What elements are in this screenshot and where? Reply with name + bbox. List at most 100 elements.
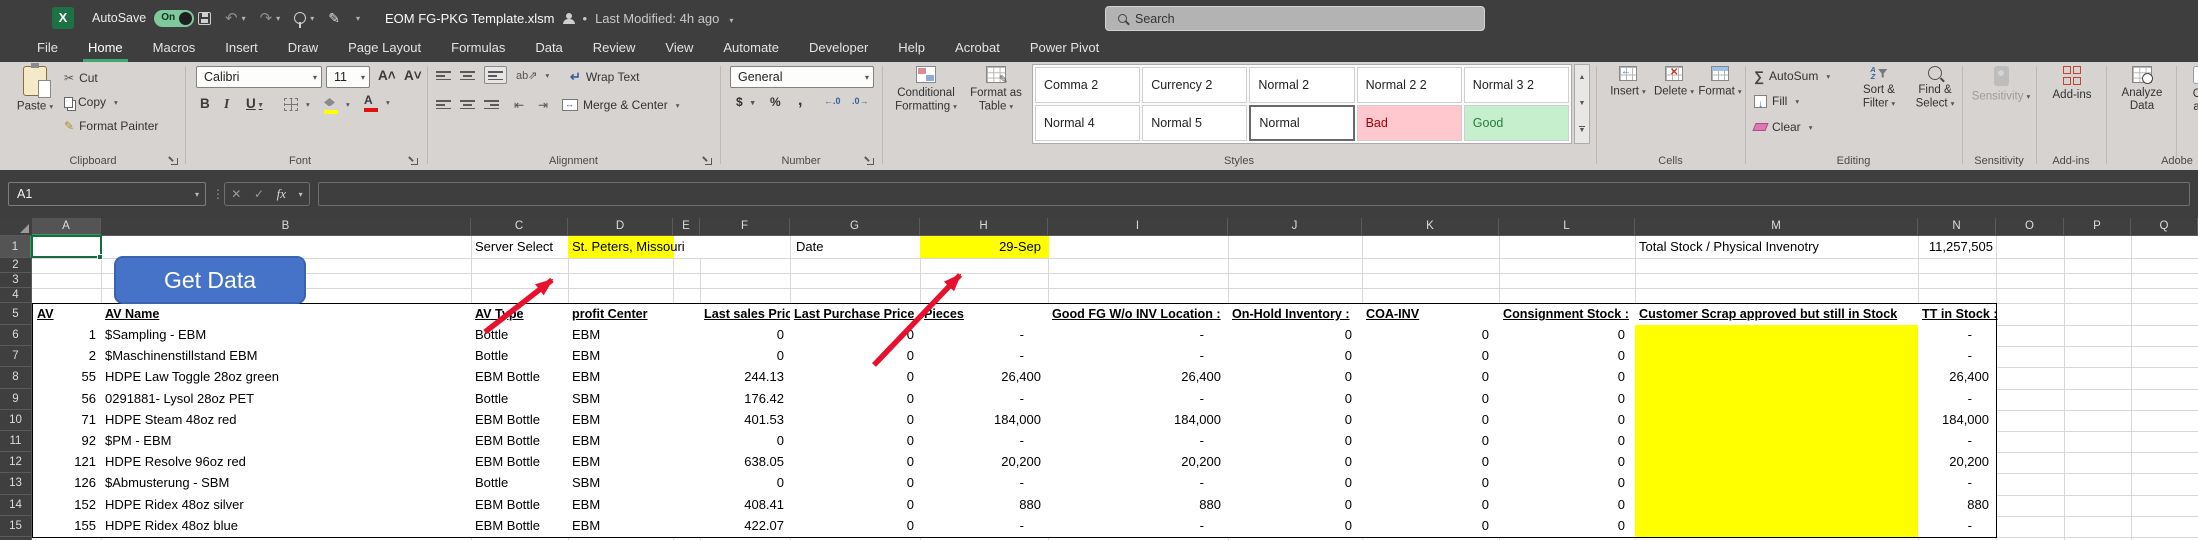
style-currency-2[interactable]: Currency 2 [1142, 67, 1247, 103]
sort-filter-button[interactable]: AZ Sort & Filter [1852, 66, 1906, 111]
cell-L11[interactable]: 0 [1499, 431, 1636, 453]
font-name-select[interactable]: Calibri [196, 66, 322, 88]
cell-G11[interactable]: 0 [790, 431, 921, 453]
style-bad[interactable]: Bad [1357, 105, 1462, 141]
row-header-2[interactable]: 2 [0, 258, 32, 273]
cell-D1[interactable]: St. Peters, Missouri [572, 236, 685, 258]
cell-J5[interactable]: On-Hold Inventory : [1228, 303, 1363, 326]
cancel-icon[interactable]: ✕ [231, 187, 241, 201]
orientation-button[interactable]: ab⇗ [516, 69, 549, 82]
tab-data[interactable]: Data [520, 36, 577, 62]
cell-K11[interactable]: 0 [1362, 431, 1500, 453]
cell-D10[interactable]: EBM [568, 410, 674, 432]
cell-N15[interactable]: - [1918, 516, 1997, 538]
cell-M8[interactable] [1635, 367, 1919, 389]
style-normal-4[interactable]: Normal 4 [1035, 105, 1140, 141]
tab-help[interactable]: Help [883, 36, 940, 62]
fill-button[interactable]: Fill [1754, 94, 1799, 108]
increase-decimal-button[interactable]: ←.0 [824, 96, 841, 106]
cell-E12[interactable] [673, 452, 701, 474]
cell-B13[interactable]: $Abmusterung - SBM [101, 473, 472, 495]
cell-A10[interactable]: 71 [32, 410, 102, 432]
cell-I9[interactable]: - [1048, 389, 1229, 411]
cell-B11[interactable]: $PM - EBM [101, 431, 472, 453]
middle-align-button[interactable] [460, 69, 475, 80]
cell-B9[interactable]: 0291881- Lysol 28oz PET [101, 389, 472, 411]
cell-C9[interactable]: Bottle [471, 389, 569, 411]
cell-I15[interactable]: - [1048, 516, 1229, 538]
column-header-L[interactable]: L [1499, 218, 1635, 236]
cell-G5[interactable]: Last Purchase Price [790, 303, 921, 326]
column-header-G[interactable]: G [790, 218, 920, 236]
cut-button[interactable]: ✂Cut [64, 71, 98, 85]
row-header-8[interactable]: 8 [0, 367, 32, 388]
cell-E6[interactable] [673, 325, 701, 347]
row-header-9[interactable]: 9 [0, 389, 32, 410]
autosave-toggle[interactable]: On [154, 10, 194, 27]
select-all-corner[interactable] [0, 218, 32, 236]
cell-E7[interactable] [673, 346, 701, 368]
cell-H15[interactable]: - [920, 516, 1049, 538]
cell-D5[interactable]: profit Center [568, 303, 674, 326]
cell-M14[interactable] [1635, 495, 1919, 517]
row-header-11[interactable]: 11 [0, 431, 32, 452]
enter-icon[interactable]: ✓ [254, 187, 264, 201]
cell-I10[interactable]: 184,000 [1048, 410, 1229, 432]
autosum-button[interactable]: AutoSum [1754, 68, 1830, 84]
create-pdf-button[interactable]: Cre a P [2182, 66, 2198, 114]
cell-G15[interactable]: 0 [790, 516, 921, 538]
clipboard-dialog-launcher-icon[interactable] [168, 155, 179, 166]
undo-button[interactable] [225, 9, 246, 27]
underline-button[interactable]: U [246, 96, 263, 111]
fill-handle[interactable] [97, 254, 103, 260]
cell-A13[interactable]: 126 [32, 473, 102, 495]
cell-J11[interactable]: 0 [1228, 431, 1363, 453]
column-header-I[interactable]: I [1048, 218, 1228, 236]
cell-M9[interactable] [1635, 389, 1919, 411]
cell-J13[interactable]: 0 [1228, 473, 1363, 495]
insert-function-icon[interactable]: fx [277, 186, 286, 202]
fill-color-button[interactable] [324, 95, 350, 114]
cell-N1[interactable]: 11,257,505 [1918, 236, 1997, 258]
increase-indent-button[interactable]: ⇥ [538, 98, 548, 112]
cell-H9[interactable]: - [920, 389, 1049, 411]
cell-B15[interactable]: HDPE Ridex 48oz blue [101, 516, 472, 538]
cell-N10[interactable]: 184,000 [1918, 410, 1997, 432]
cell-L7[interactable]: 0 [1499, 346, 1636, 368]
touch-mode-button[interactable] [294, 12, 314, 24]
cell-L14[interactable]: 0 [1499, 495, 1636, 517]
top-align-button[interactable] [436, 69, 451, 80]
cell-I14[interactable]: 880 [1048, 495, 1229, 517]
cell-F12[interactable]: 638.05 [700, 452, 791, 474]
cell-C13[interactable]: Bottle [471, 473, 569, 495]
tab-insert[interactable]: Insert [210, 36, 273, 62]
delete-cells-button[interactable]: Delete [1652, 66, 1696, 99]
accounting-format-button[interactable]: $ [736, 95, 754, 109]
cell-N14[interactable]: 880 [1918, 495, 1997, 517]
cell-C15[interactable]: EBM Bottle [471, 516, 569, 538]
decrease-font-button[interactable]: A˅ [404, 68, 422, 83]
row-header-10[interactable]: 10 [0, 410, 32, 431]
cell-E9[interactable] [673, 389, 701, 411]
cell-K12[interactable]: 0 [1362, 452, 1500, 474]
cell-N9[interactable]: - [1918, 389, 1997, 411]
gallery-more-icon[interactable]: ▼ [1579, 126, 1586, 134]
sensitivity-button[interactable]: Sensitivity [1968, 66, 2034, 104]
cell-A8[interactable]: 55 [32, 367, 102, 389]
cell-N7[interactable]: - [1918, 346, 1997, 368]
tab-developer[interactable]: Developer [794, 36, 883, 62]
cell-E13[interactable] [673, 473, 701, 495]
cell-L15[interactable]: 0 [1499, 516, 1636, 538]
column-header-Q[interactable]: Q [2131, 218, 2198, 236]
cell-D13[interactable]: SBM [568, 473, 674, 495]
cell-K13[interactable]: 0 [1362, 473, 1500, 495]
cell-L5[interactable]: Consignment Stock : [1499, 303, 1636, 326]
tab-draw[interactable]: Draw [273, 36, 333, 62]
italic-button[interactable]: I [224, 96, 229, 112]
cell-L12[interactable]: 0 [1499, 452, 1636, 474]
tab-macros[interactable]: Macros [138, 36, 211, 62]
cell-L13[interactable]: 0 [1499, 473, 1636, 495]
tab-power-pivot[interactable]: Power Pivot [1015, 36, 1114, 62]
cell-G1[interactable]: Date [790, 236, 920, 258]
ink-button[interactable] [328, 10, 340, 27]
